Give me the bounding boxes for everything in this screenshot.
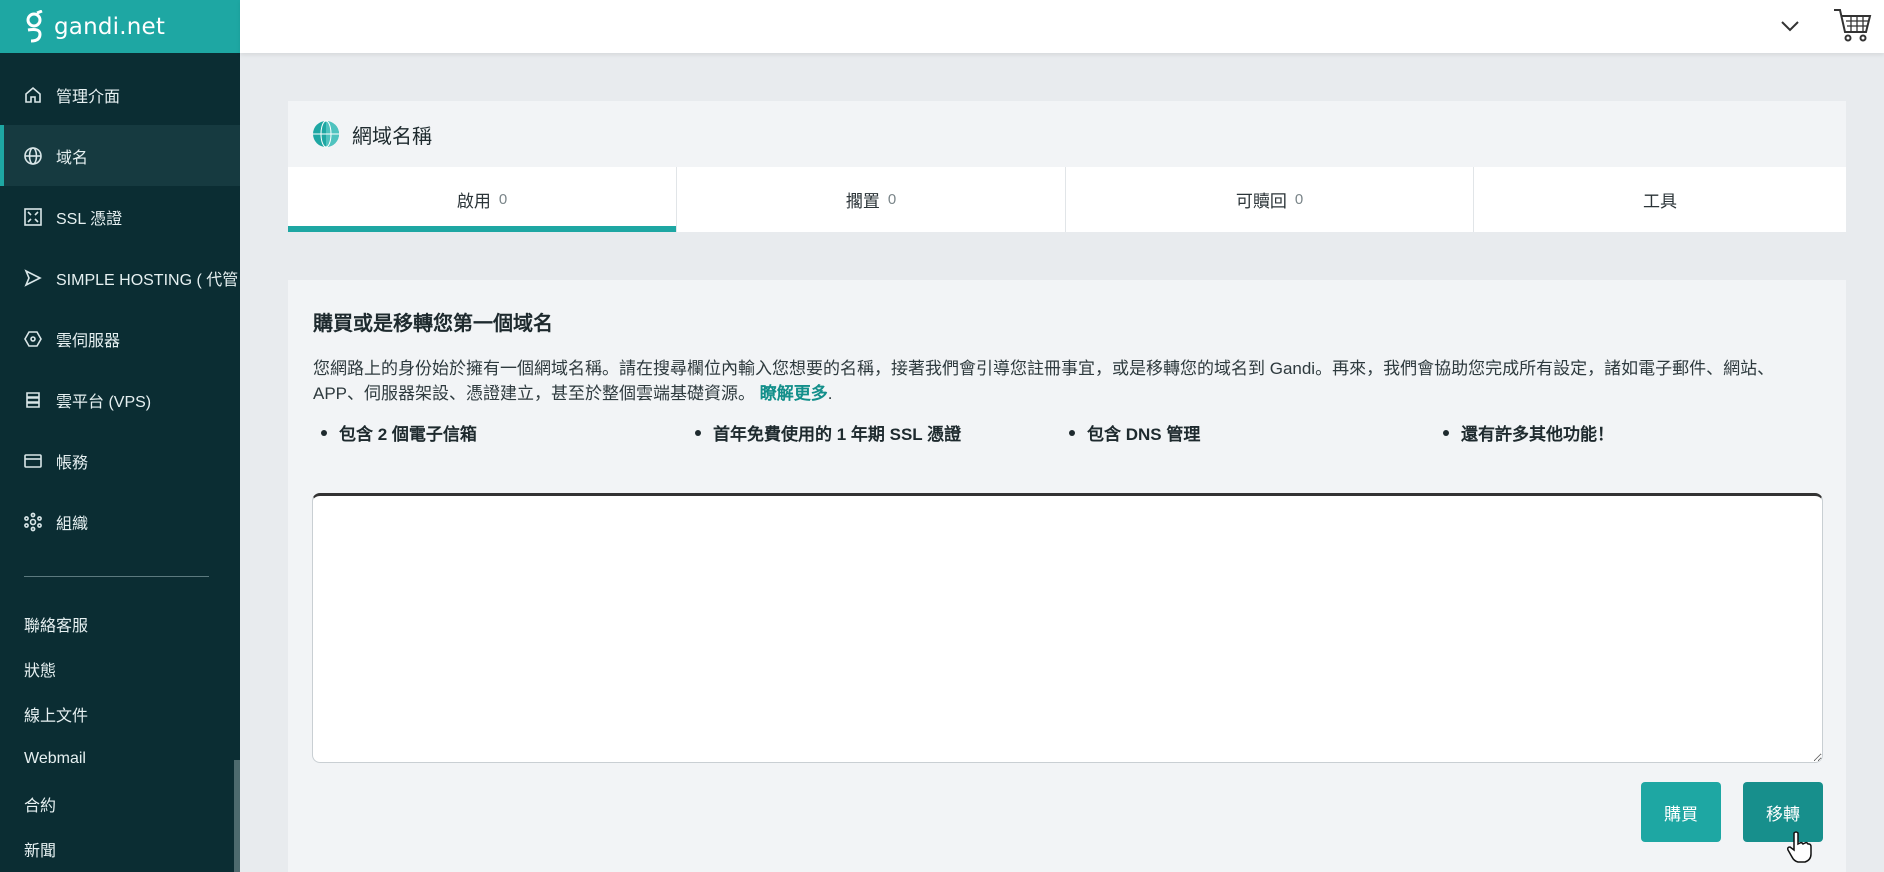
sidebar-item-ssl[interactable]: SSL 憑證 xyxy=(0,186,240,247)
tab-count: 0 xyxy=(1294,191,1304,208)
tab-label: 擱置 xyxy=(845,192,880,211)
sidebar-item-simple-hosting[interactable]: SIMPLE HOSTING ( 代管 xyxy=(0,247,240,308)
page-title: 網域名稱 xyxy=(352,125,432,148)
feature-list: 包含 2 個電子信箱 首年免費使用的 1 年期 SSL 憑證 包含 DNS 管理… xyxy=(313,420,1823,445)
tab-active[interactable]: 啟用 0 xyxy=(288,167,677,232)
brand-logo[interactable]: gandi.net xyxy=(0,0,240,53)
shopping-cart-icon[interactable] xyxy=(1832,4,1874,46)
sidebar-link-news[interactable]: 新聞 xyxy=(0,826,240,871)
first-domain-card: 購買或是移轉您第一個域名 您網路上的身份始於擁有一個網域名稱。請在搜尋欄位內輸入… xyxy=(288,280,1846,872)
globe-icon xyxy=(22,145,44,167)
sidebar: gandi.net 管理介面 域名 SSL 憑證 SIMPLE HOSTING … xyxy=(0,0,240,872)
sidebar-item-label: 雲平台 (VPS) xyxy=(56,393,152,411)
organization-icon xyxy=(22,511,44,533)
sidebar-link-docs[interactable]: 線上文件 xyxy=(0,691,240,736)
gandi-logo-icon xyxy=(26,9,43,42)
domains-globe-icon xyxy=(313,120,339,148)
card-title: 購買或是移轉您第一個域名 xyxy=(313,313,553,335)
sidebar-nav: 管理介面 域名 SSL 憑證 SIMPLE HOSTING ( 代管 雲伺服器 xyxy=(0,53,240,552)
tab-pending[interactable]: 擱置 0 xyxy=(677,167,1066,232)
learn-more-link[interactable]: 瞭解更多 xyxy=(760,384,828,403)
sidebar-link-support[interactable]: 聯絡客服 xyxy=(0,601,240,646)
card-description: 您網路上的身份始於擁有一個網域名稱。請在搜尋欄位內輸入您想要的名稱，接著我們會引… xyxy=(313,356,1823,406)
domain-tabs: 啟用 0 擱置 0 可贖回 0 工具 xyxy=(288,167,1846,232)
list-item: 還有許多其他功能！ xyxy=(1435,420,1809,445)
sidebar-item-dashboard[interactable]: 管理介面 xyxy=(0,64,240,125)
credit-card-icon xyxy=(22,450,44,472)
buy-button[interactable]: 購買 xyxy=(1641,782,1721,842)
sidebar-links: 聯絡客服 狀態 線上文件 Webmail 合約 新聞 xyxy=(0,577,240,871)
tab-tools[interactable]: 工具 xyxy=(1474,167,1846,232)
home-icon xyxy=(22,84,44,106)
sidebar-scrollbar[interactable] xyxy=(234,760,240,872)
description-text: 您網路上的身份始於擁有一個網域名稱。請在搜尋欄位內輸入您想要的名稱，接著我們會引… xyxy=(313,359,1775,403)
sidebar-item-label: 域名 xyxy=(56,149,89,167)
certificate-icon xyxy=(22,206,44,228)
tab-label: 工具 xyxy=(1643,192,1677,211)
sidebar-link-webmail[interactable]: Webmail xyxy=(0,736,240,781)
brand-name: gandi.net xyxy=(54,13,166,40)
domain-search-input[interactable] xyxy=(312,493,1823,763)
send-icon xyxy=(22,267,44,289)
sidebar-item-domains[interactable]: 域名 xyxy=(0,125,240,186)
tab-count: 0 xyxy=(887,191,897,208)
list-item: 包含 DNS 管理 xyxy=(1061,420,1435,445)
chevron-down-icon[interactable] xyxy=(1776,12,1804,40)
sidebar-item-organization[interactable]: 組織 xyxy=(0,491,240,552)
list-item: 包含 2 個電子信箱 xyxy=(313,420,687,445)
tab-count: 0 xyxy=(498,191,508,208)
list-item: 首年免費使用的 1 年期 SSL 憑證 xyxy=(687,420,1061,445)
sidebar-item-label: 帳務 xyxy=(56,454,89,472)
domains-panel: 網域名稱 啟用 0 擱置 0 可贖回 0 工具 xyxy=(288,101,1846,232)
sidebar-item-label: SIMPLE HOSTING ( 代管 xyxy=(56,271,239,289)
sidebar-item-label: SSL 憑證 xyxy=(56,210,123,228)
sidebar-item-label: 組織 xyxy=(56,515,89,533)
transfer-button[interactable]: 移轉 xyxy=(1743,782,1823,842)
cloud-server-icon xyxy=(22,328,44,350)
tab-label: 啟用 xyxy=(456,192,491,211)
topbar xyxy=(240,0,1884,53)
sidebar-item-label: 管理介面 xyxy=(56,88,121,106)
sidebar-link-status[interactable]: 狀態 xyxy=(0,646,240,691)
sidebar-link-contracts[interactable]: 合約 xyxy=(0,781,240,826)
sidebar-item-label: 雲伺服器 xyxy=(56,332,121,350)
sidebar-item-vps[interactable]: 雲平台 (VPS) xyxy=(0,369,240,430)
vps-icon xyxy=(22,389,44,411)
sidebar-item-billing[interactable]: 帳務 xyxy=(0,430,240,491)
learn-more-suffix: . xyxy=(827,384,833,403)
tab-label: 可贖回 xyxy=(1235,192,1287,211)
panel-header: 網域名稱 xyxy=(288,101,1846,167)
sidebar-item-cloud-server[interactable]: 雲伺服器 xyxy=(0,308,240,369)
tab-redeemable[interactable]: 可贖回 0 xyxy=(1066,167,1474,232)
